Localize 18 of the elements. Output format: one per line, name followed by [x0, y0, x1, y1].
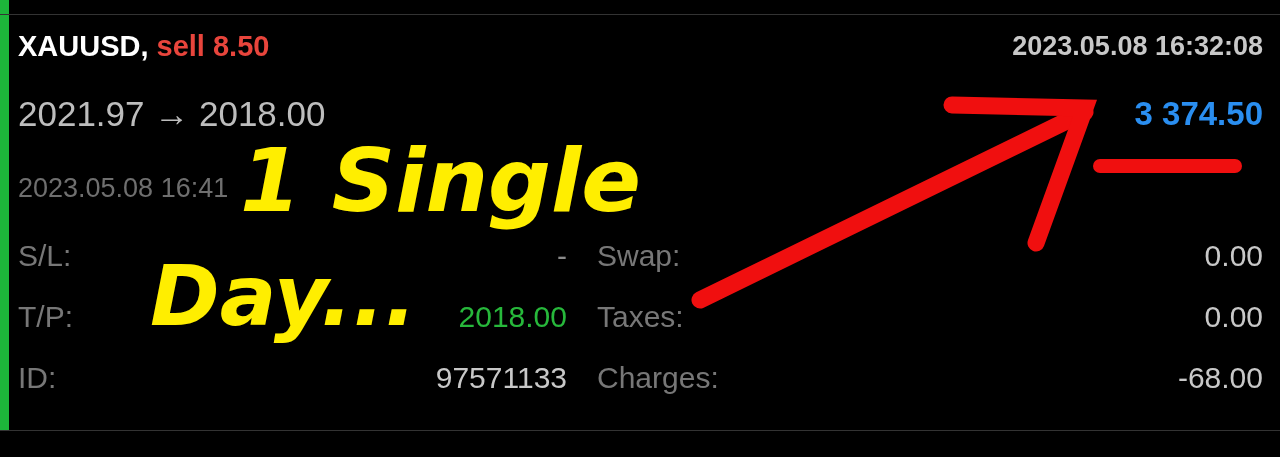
field-value: -68.00 [1177, 360, 1263, 395]
field-label: T/P: [18, 299, 73, 334]
field-value: 97571133 [435, 360, 567, 395]
order-type: sell 8.50 [156, 29, 270, 63]
field-value: 0.00 [1204, 299, 1263, 334]
field-value: 0.00 [1204, 238, 1263, 273]
close-time: 2023.05.08 16:41 [18, 172, 229, 204]
field-value: - [557, 238, 567, 273]
profit-value: 3 374.50 [1134, 95, 1263, 133]
field-label: Charges: [597, 360, 719, 395]
field-value: 2018.00 [458, 299, 567, 334]
field-label: ID: [18, 360, 57, 395]
field-label: Taxes: [597, 299, 684, 334]
field-label: Swap: [597, 238, 681, 273]
handwritten-note: Day... [150, 248, 418, 345]
symbol-label: XAUUSD, [18, 29, 149, 63]
field-label: S/L: [18, 238, 72, 273]
open-time: 2023.05.08 16:32:08 [1012, 30, 1263, 62]
